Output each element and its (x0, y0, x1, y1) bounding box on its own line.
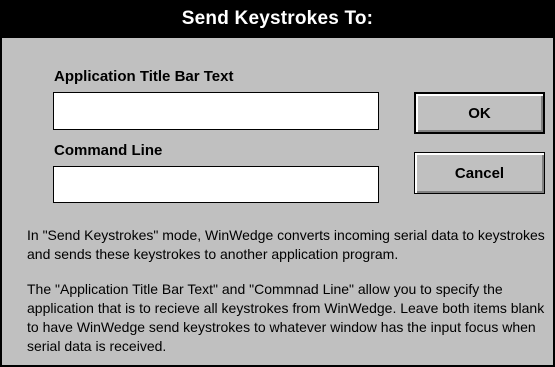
command-line-input[interactable] (53, 166, 379, 203)
send-keystrokes-dialog: Send Keystrokes To: Application Title Ba… (0, 0, 555, 367)
title-bar-text-label: Application Title Bar Text (54, 68, 234, 85)
help-text-title-bar-and-command-line: The "Application Title Bar Text" and "Co… (27, 281, 545, 354)
help-text-send-keystrokes-mode: In "Send Keystrokes" mode, WinWedge conv… (27, 227, 545, 262)
cancel-button[interactable]: Cancel (414, 152, 545, 194)
title-bar-text-input[interactable] (53, 92, 379, 130)
command-line-label: Command Line (54, 142, 163, 159)
dialog-title: Send Keystrokes To: (2, 0, 553, 38)
ok-button[interactable]: OK (414, 92, 545, 134)
